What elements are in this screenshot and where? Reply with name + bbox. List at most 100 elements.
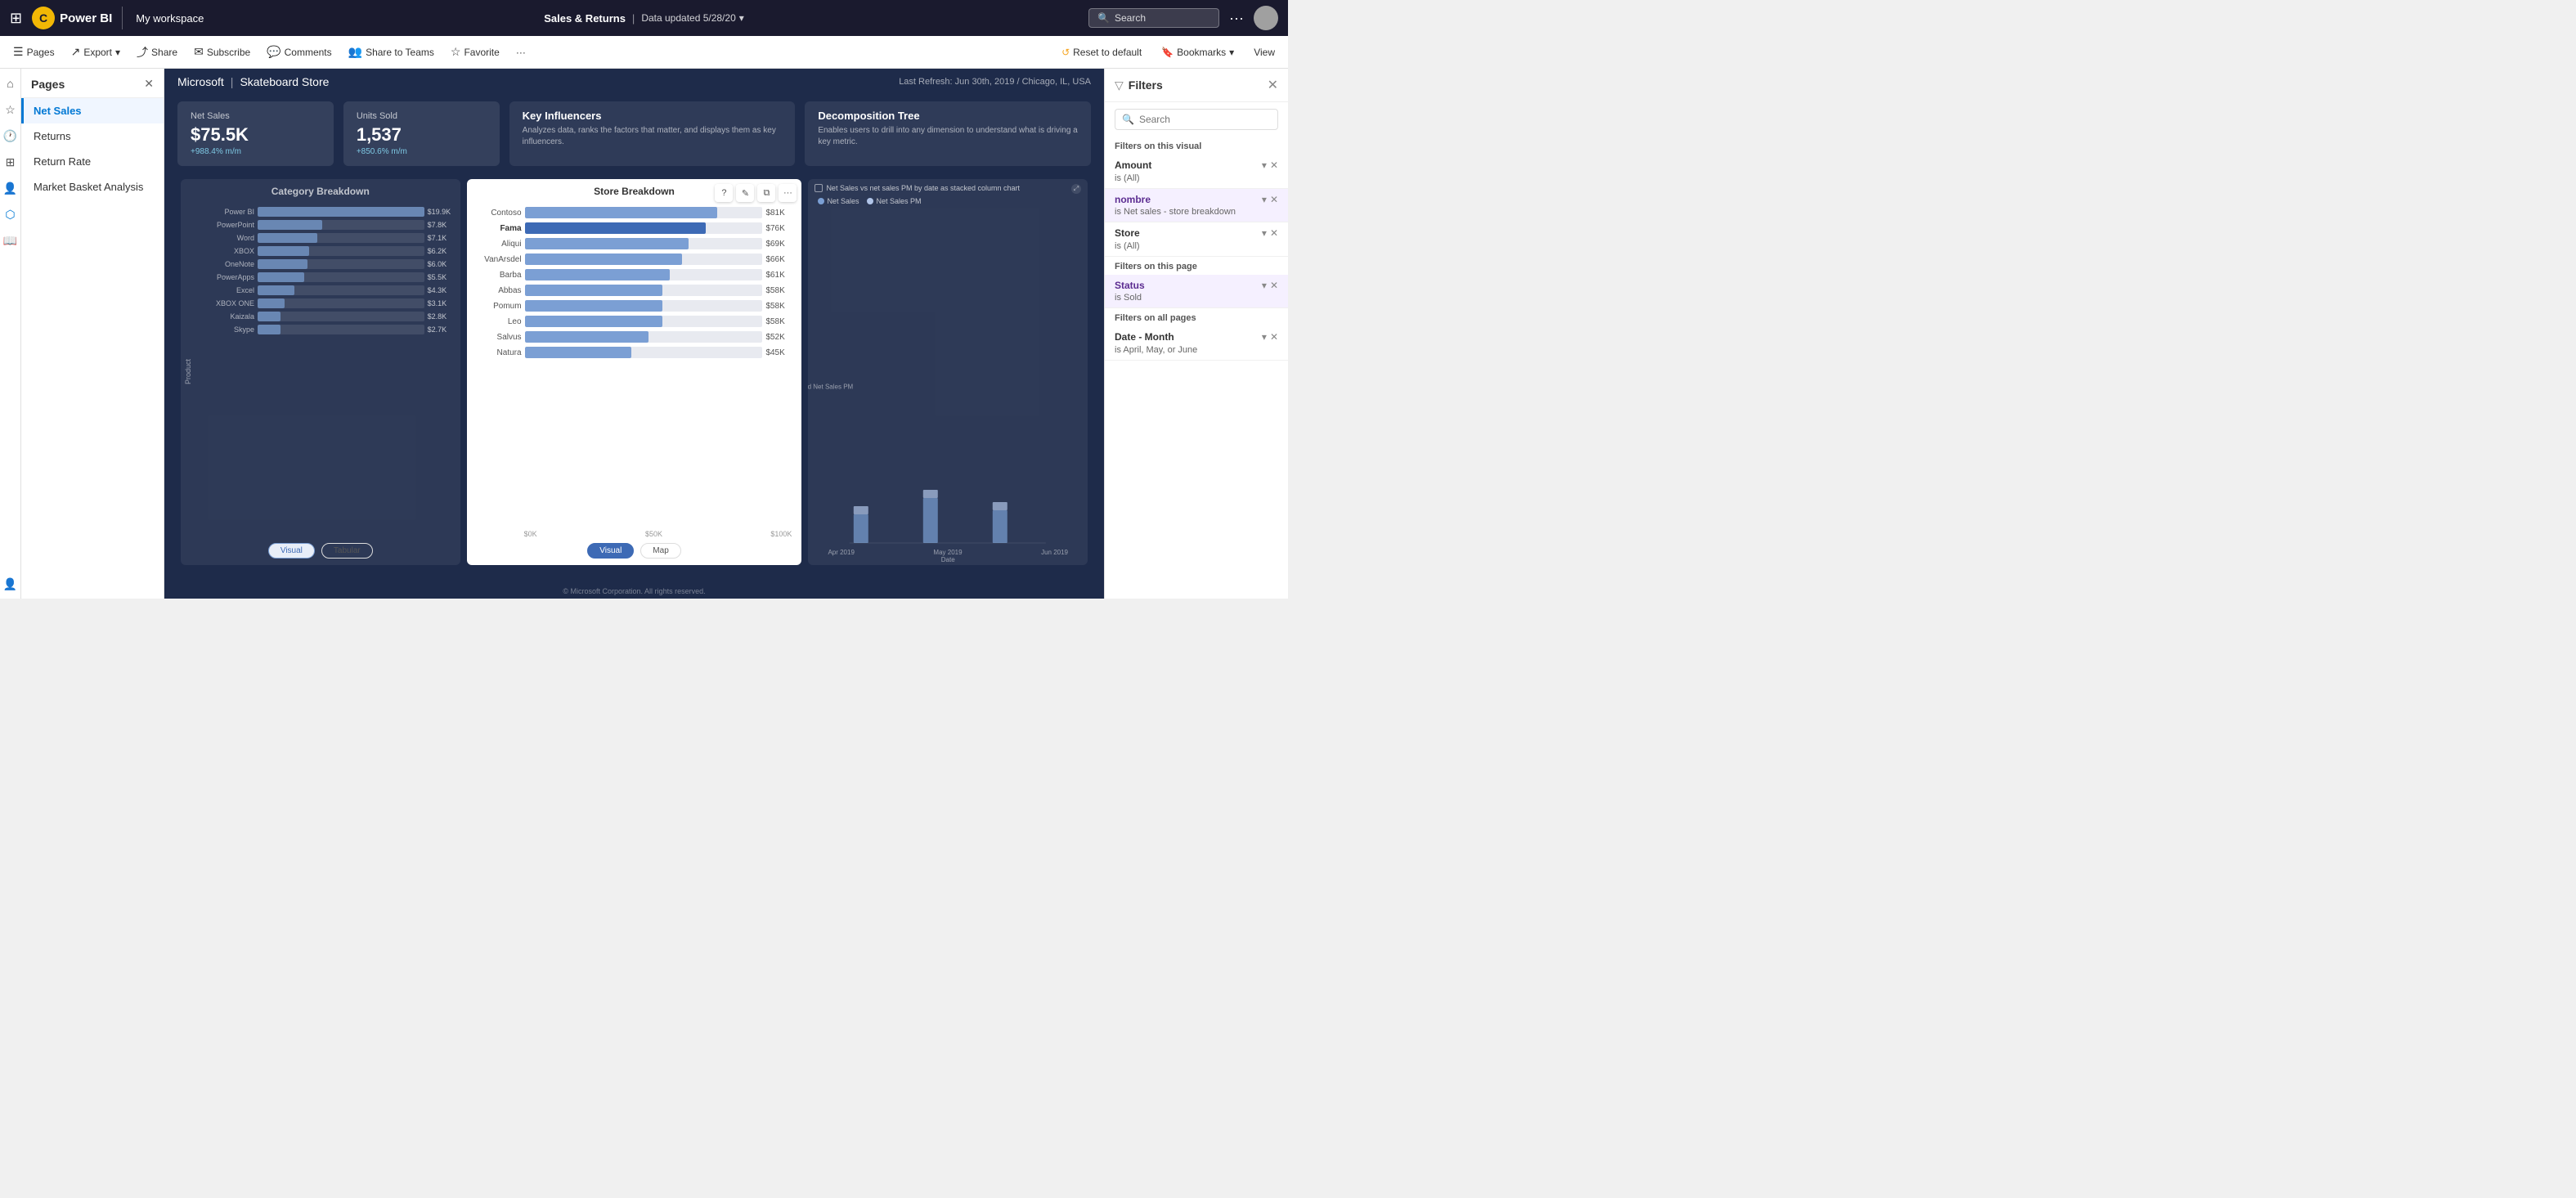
pages-title: Pages	[31, 78, 65, 91]
filter-status-expand[interactable]: ▾	[1262, 280, 1267, 291]
ns-legend-dot-1	[818, 198, 824, 204]
store-bar-value: $81K	[765, 209, 792, 218]
breadcrumb-org: Microsoft	[177, 75, 224, 88]
ns-legend: Net Sales Net Sales PM	[808, 194, 1088, 209]
ns-x-apr: Apr 2019	[828, 549, 854, 556]
filter-status-header[interactable]: Status is Sold ▾ ✕	[1105, 275, 1288, 308]
ns-legend-dot-2	[867, 198, 873, 204]
sidebar-user-icon[interactable]: 👤	[2, 576, 19, 592]
comments-button[interactable]: 💬 Comments	[260, 42, 338, 62]
reset-button[interactable]: ↺ Reset to default	[1055, 43, 1148, 61]
pages-button[interactable]: ☰ Pages	[7, 42, 61, 62]
page-item-net-sales[interactable]: Net Sales	[21, 98, 164, 123]
filters-search[interactable]: 🔍	[1115, 109, 1278, 130]
help-icon[interactable]: ?	[715, 184, 733, 202]
cat-bar-track	[258, 246, 424, 256]
filter-nombre-expand[interactable]: ▾	[1262, 194, 1267, 205]
filter-status-clear[interactable]: ✕	[1270, 280, 1278, 291]
page-item-returns[interactable]: Returns	[21, 123, 164, 149]
filter-store: Store is (All) ▾ ✕	[1105, 222, 1288, 257]
sidebar-workspace-icon[interactable]: ⬡	[2, 206, 19, 222]
filter-store-clear[interactable]: ✕	[1270, 227, 1278, 239]
cat-bar-track	[258, 272, 424, 282]
store-bar-row: Leo $58K	[477, 316, 792, 327]
filter-nombre-header[interactable]: nombre is Net sales - store breakdown ▾ …	[1105, 189, 1288, 222]
filter-store-expand[interactable]: ▾	[1262, 227, 1267, 239]
sidebar-recent-icon[interactable]: 🕐	[2, 128, 19, 144]
store-bar-label: Contoso	[477, 209, 522, 218]
filter-store-header[interactable]: Store is (All) ▾ ✕	[1105, 222, 1288, 256]
store-bar-track	[525, 254, 763, 265]
page-item-return-rate[interactable]: Return Rate	[21, 149, 164, 174]
store-bar-fill	[525, 254, 682, 265]
sidebar-favorites-icon[interactable]: ☆	[2, 101, 19, 118]
category-chart: Category Breakdown Product Power BI $19.…	[181, 179, 460, 565]
ns-x-axis: Apr 2019 May 2019 Jun 2019	[821, 549, 1075, 556]
cat-bar-fill	[258, 312, 280, 321]
store-chart: ? ✎ ⧉ ··· Store Breakdown Contoso $81K F…	[467, 179, 802, 565]
store-tab-visual[interactable]: Visual	[587, 543, 634, 559]
sidebar-learn-icon[interactable]: 📖	[2, 232, 19, 249]
sidebar-shared-icon[interactable]: 👤	[2, 180, 19, 196]
filters-title: Filters	[1129, 79, 1163, 92]
export-chevron: ▾	[115, 47, 120, 58]
toolbar: ☰ Pages ↗ Export ▾ ⤴ Share ✉ Subscribe 💬…	[0, 36, 1288, 69]
filters-close-icon[interactable]: ✕	[1268, 77, 1278, 93]
export-label: Export	[83, 47, 112, 58]
category-chart-body: Power BI $19.9K PowerPoint $7.8K Word $7…	[195, 204, 460, 540]
more-button[interactable]: ···	[509, 43, 532, 61]
favorite-button[interactable]: ☆ Favorite	[444, 42, 506, 62]
grid-icon[interactable]: ⊞	[10, 10, 22, 27]
filter-date-month-clear[interactable]: ✕	[1270, 331, 1278, 343]
cat-bar-fill	[258, 246, 309, 256]
store-bar-value: $61K	[765, 271, 792, 280]
nav-more-icon[interactable]: ···	[1229, 10, 1244, 27]
category-tab-tabular[interactable]: Tabular	[321, 543, 373, 559]
export-button[interactable]: ↗ Export ▾	[65, 42, 127, 62]
share-button[interactable]: ⤴ Share	[130, 41, 184, 64]
more-options-icon[interactable]: ···	[779, 184, 797, 202]
category-tab-visual[interactable]: Visual	[268, 543, 315, 559]
sidebar-home-icon[interactable]: ⌂	[2, 75, 19, 92]
share-teams-button[interactable]: 👥 Share to Teams	[342, 42, 441, 62]
workspace-label[interactable]: My workspace	[136, 12, 204, 25]
bookmarks-button[interactable]: 🔖 Bookmarks ▾	[1155, 43, 1241, 61]
filter-nombre-value: is Net sales - store breakdown	[1115, 207, 1236, 217]
edit-icon[interactable]: ✎	[736, 184, 754, 202]
xaxis-100k: $100K	[770, 530, 792, 538]
cat-bar-fill	[258, 233, 317, 243]
kpi-units-sold: Units Sold 1,537 +850.6% m/m	[343, 101, 500, 166]
nav-search-box[interactable]: 🔍 Search	[1088, 8, 1219, 28]
ns-expand-icon[interactable]: ⤢	[1071, 184, 1081, 194]
filter-amount-header[interactable]: Amount is (All) ▾ ✕	[1105, 155, 1288, 188]
avatar[interactable]	[1254, 6, 1278, 30]
filter-amount-expand[interactable]: ▾	[1262, 159, 1267, 171]
cat-bar-track	[258, 312, 424, 321]
store-bar-fill	[525, 300, 663, 312]
sidebar-apps-icon[interactable]: ⊞	[2, 154, 19, 170]
subscribe-button[interactable]: ✉ Subscribe	[187, 42, 257, 62]
filter-nombre-clear[interactable]: ✕	[1270, 194, 1278, 205]
store-bar-track	[525, 207, 763, 218]
filters-search-input[interactable]	[1139, 114, 1271, 125]
nav-search-label: Search	[1115, 12, 1146, 24]
ns-checkbox[interactable]	[815, 184, 823, 192]
ns-legend-net-sales: Net Sales	[818, 197, 859, 205]
pages-close-icon[interactable]: ✕	[144, 77, 154, 91]
filter-date-month-header[interactable]: Date - Month is April, May, or June ▾ ✕	[1105, 326, 1288, 360]
view-button[interactable]: View	[1247, 43, 1281, 61]
export-icon: ↗	[71, 45, 81, 59]
copy-icon[interactable]: ⧉	[757, 184, 775, 202]
page-item-market-basket[interactable]: Market Basket Analysis	[21, 174, 164, 200]
report-meta: Data updated 5/28/20 ▾	[641, 12, 743, 24]
filter-date-month-expand[interactable]: ▾	[1262, 331, 1267, 343]
store-bar-fill	[525, 331, 648, 343]
ns-chart: Net Sales vs net sales PM by date as sta…	[808, 179, 1088, 565]
store-bar-row: Contoso $81K	[477, 207, 792, 218]
filter-nombre-name: nombre	[1115, 194, 1236, 207]
filters-visual-section-label: Filters on this visual	[1105, 137, 1288, 155]
cat-bar-value: $6.0K	[428, 260, 451, 268]
filter-amount-clear[interactable]: ✕	[1270, 159, 1278, 171]
kpi-decomposition: Decomposition Tree Enables users to dril…	[805, 101, 1091, 166]
store-tab-map[interactable]: Map	[640, 543, 680, 559]
